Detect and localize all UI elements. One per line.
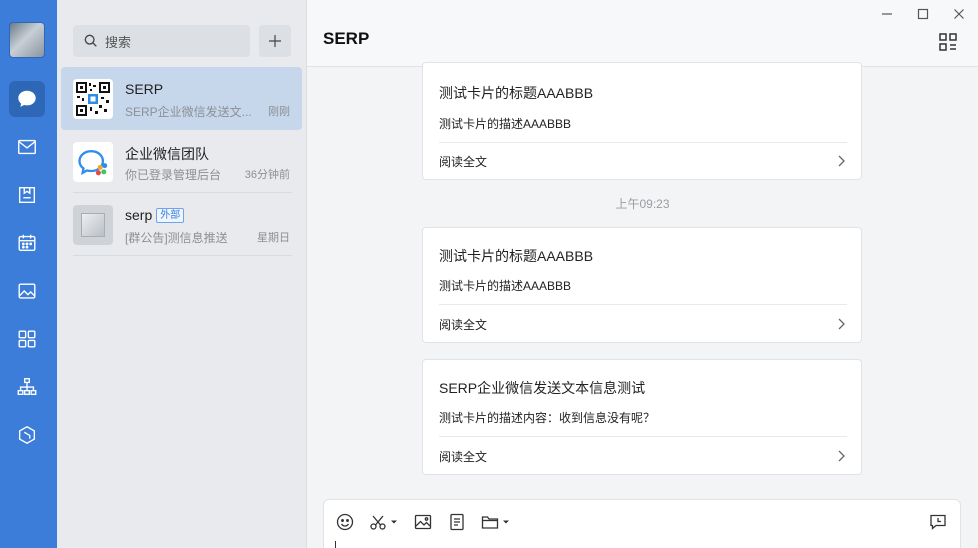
emoji-icon (336, 513, 354, 531)
message-card[interactable]: 测试卡片的标题AAABBB 测试卡片的描述AAABBB 阅读全文 (422, 62, 862, 180)
nav-docs[interactable] (9, 177, 45, 213)
scissors-icon (370, 515, 386, 530)
emoji-button[interactable] (336, 512, 354, 532)
search-placeholder: 搜索 (105, 34, 132, 50)
photo-icon (81, 213, 105, 237)
org-chart-icon (17, 378, 37, 396)
chat-icon (18, 90, 36, 107)
session-item[interactable]: SERP SERP企业微信发送文... 刚刚 (61, 67, 302, 130)
chevron-right-icon (838, 155, 845, 167)
close-button[interactable] (952, 7, 966, 21)
card-title: 测试卡片的标题AAABBB (439, 85, 594, 101)
chevron-right-icon (838, 450, 845, 462)
session-name: serp (125, 207, 153, 223)
nav-rail (0, 0, 57, 548)
maximize-icon (917, 8, 929, 20)
document-icon (450, 513, 464, 531)
session-time: 星期日 (257, 232, 290, 244)
divider (439, 142, 847, 143)
message-card[interactable]: 测试卡片的标题AAABBB 测试卡片的描述AAABBB 阅读全文 (422, 227, 862, 343)
chat-info-button[interactable] (938, 32, 958, 52)
session-preview: SERP企业微信发送文... (125, 105, 252, 119)
chat-title: SERP (323, 29, 370, 48)
session-preview: 你已登录管理后台 (125, 168, 222, 182)
plus-icon (269, 35, 281, 47)
calendar-icon (18, 234, 36, 252)
chevron-down-icon (391, 520, 397, 524)
read-more-link[interactable]: 阅读全文 (439, 448, 487, 465)
history-button[interactable] (929, 512, 947, 532)
chat-header: SERP (307, 0, 978, 67)
folder-icon (481, 516, 499, 529)
message-card[interactable]: SERP企业微信发送文本信息测试 测试卡片的描述内容：收到信息没有呢？ 阅读全文 (422, 359, 862, 475)
image-button[interactable] (414, 512, 432, 532)
user-avatar[interactable] (9, 22, 45, 58)
session-name: 企业微信团队 (125, 146, 209, 162)
cube-icon (18, 425, 36, 445)
card-desc: 测试卡片的描述内容：收到信息没有呢？ (439, 411, 656, 425)
chevron-right-icon (838, 318, 845, 330)
image-icon (18, 283, 36, 299)
card-title: SERP企业微信发送文本信息测试 (439, 380, 646, 396)
group-avatar (73, 205, 113, 245)
session-list-panel: 搜索 SERP SERP企业微信发送文... 刚刚 企业微信团队 你已登录管理后… (57, 0, 307, 548)
close-icon (954, 9, 964, 19)
read-more-link[interactable]: 阅读全文 (439, 153, 487, 170)
time-separator: 上午09:23 (615, 197, 670, 211)
card-desc: 测试卡片的描述AAABBB (439, 279, 572, 293)
message-composer[interactable] (323, 499, 961, 548)
screenshot-button[interactable] (369, 512, 398, 532)
nav-apps[interactable] (9, 321, 45, 357)
folder-button[interactable] (481, 512, 510, 532)
session-time: 刚刚 (268, 106, 290, 118)
wecom-logo (73, 142, 113, 182)
maximize-button[interactable] (916, 7, 930, 21)
chat-window: SERP 测试卡片的标题AAABBB 测试卡片的描述AAABBB 阅读全文 上午… (307, 0, 978, 548)
qr-avatar (73, 79, 113, 119)
nav-workbench[interactable] (9, 273, 45, 309)
nav-mail[interactable] (9, 129, 45, 165)
card-desc: 测试卡片的描述AAABBB (439, 117, 572, 131)
chevron-down-icon (503, 520, 509, 524)
divider (439, 436, 847, 437)
document-icon (18, 186, 36, 204)
nav-more[interactable] (9, 417, 45, 453)
add-button[interactable] (259, 25, 291, 57)
session-time: 36分钟前 (244, 169, 290, 181)
nav-contacts[interactable] (9, 369, 45, 405)
search-icon (84, 34, 97, 47)
session-item[interactable]: 企业微信团队 你已登录管理后台 36分钟前 (61, 130, 302, 193)
card-title: 测试卡片的标题AAABBB (439, 248, 594, 264)
read-more-link[interactable]: 阅读全文 (439, 316, 487, 333)
document-button[interactable] (448, 512, 466, 532)
nav-calendar[interactable] (9, 225, 45, 261)
apps-icon (18, 330, 36, 348)
wecom-icon (78, 150, 108, 176)
image-icon (414, 514, 432, 530)
minimize-button[interactable] (880, 7, 894, 21)
session-item[interactable]: serp 外部 [群公告]测信息推送 星期日 (61, 193, 302, 256)
external-tag: 外部 (156, 207, 185, 223)
text-cursor (335, 541, 336, 548)
nav-messages[interactable] (9, 81, 45, 117)
search-input[interactable]: 搜索 (73, 25, 250, 57)
mail-icon (18, 139, 36, 155)
divider (439, 304, 847, 305)
chat-history-icon (930, 514, 946, 530)
qr-code-icon (73, 79, 113, 119)
divider (73, 255, 292, 256)
session-preview: [群公告]测信息推送 (125, 231, 228, 245)
session-name-row: serp 外部 (125, 207, 185, 223)
session-name: SERP (125, 81, 164, 97)
minimize-icon (882, 13, 892, 15)
